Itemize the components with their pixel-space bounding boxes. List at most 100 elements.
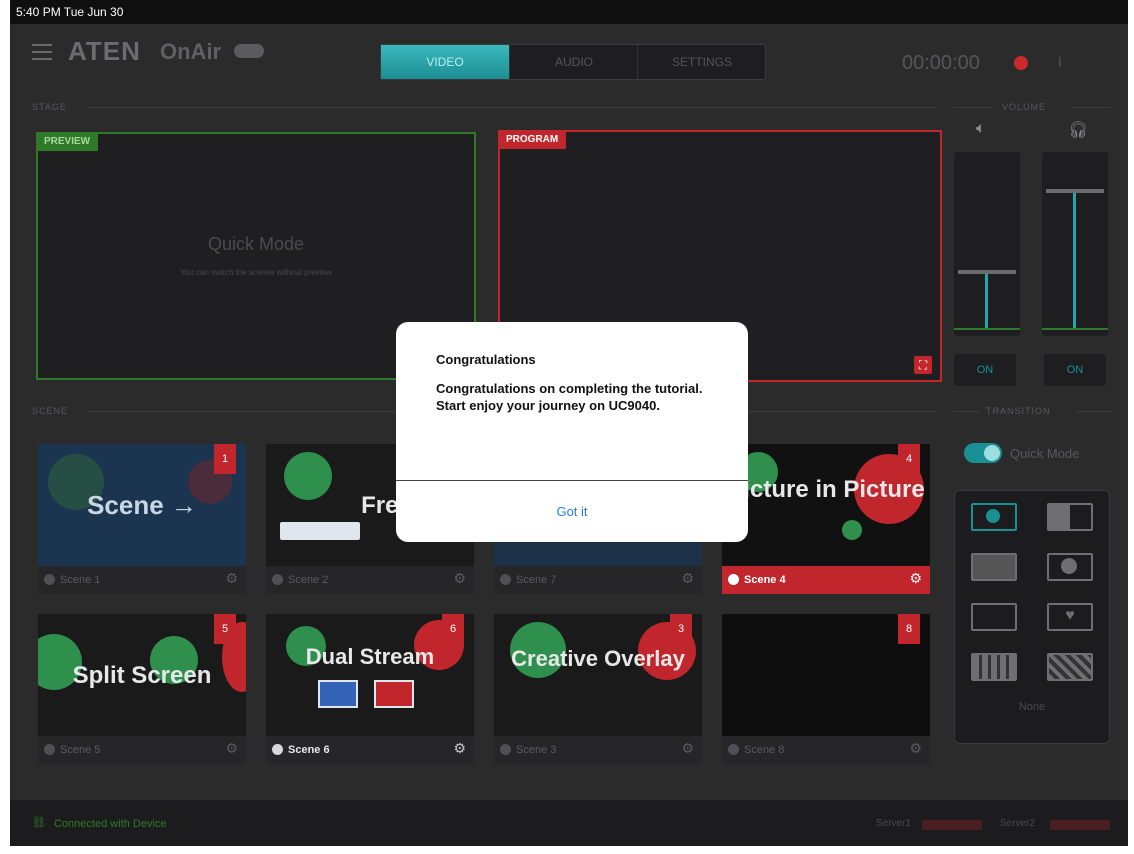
preview-quick-mode-subtitle: You can switch the scenes without previe… [180,268,332,277]
headphone-volume-handle[interactable] [1046,189,1104,193]
server2-indicator [1050,820,1110,830]
tab-audio[interactable]: AUDIO [509,45,638,79]
speaker-volume-fill [985,272,988,328]
scene-7-gear-icon[interactable]: ⚙ [681,570,694,587]
transition-effect-wipe[interactable] [1031,491,1107,539]
scene-8-status-dot [728,744,739,755]
quick-mode-toggle[interactable] [964,443,1002,463]
transition-divider-right [1076,411,1112,412]
scene-6-youtube-icon [374,680,414,708]
congratulations-dialog: Congratulations Congratulations on compl… [396,322,748,542]
scene-3-gear-icon[interactable]: ⚙ [681,740,694,757]
scene-6-status-dot [272,744,283,755]
scene-6-number-badge: 6 [442,614,464,644]
scene-3-number-badge: 3 [670,614,692,644]
got-it-button[interactable]: Got it [396,482,748,542]
stage-section-label: STAGE [32,102,67,112]
menu-icon[interactable] [32,44,52,62]
speaker-icon: 🔈︎ [976,120,986,137]
scene-card-1[interactable]: Scene → 1 Scene 1 ⚙ [38,444,246,594]
info-icon[interactable]: i [1058,54,1062,72]
scene-1-status-dot [44,574,55,585]
scene-4-label: Scene 4 [744,574,786,586]
scene-6-facebook-icon [318,680,358,708]
scene-3-label-bar: Scene 3 ⚙ [494,736,702,764]
scene-5-label-bar: Scene 5 ⚙ [38,736,246,764]
scene-8-label: Scene 8 [744,744,785,756]
status-time: 5:40 PM Tue Jun 30 [16,5,124,19]
scene-1-label: Scene 1 [60,574,101,586]
scene-1-gear-icon[interactable]: ⚙ [225,570,238,587]
main-tabs: VIDEO AUDIO SETTINGS [380,44,766,80]
link-icon: ⛓ [32,817,46,829]
transition-divider-left [954,411,980,412]
connection-status: Connected with Device [54,818,167,830]
scene-4-gear-icon[interactable]: ⚙ [909,570,922,587]
transition-none-button[interactable]: None [955,701,1109,713]
speaker-volume-baseline [954,328,1020,330]
transition-effect-heart[interactable]: ♥ [1031,591,1107,639]
scene-card-6[interactable]: Dual Stream 6 Scene 6 ⚙ [266,614,474,764]
speaker-volume-handle[interactable] [958,270,1016,274]
speaker-on-button[interactable]: ON [954,354,1016,386]
scene-section-label: SCENE [32,406,69,416]
scene-card-8[interactable]: 8 Scene 8 ⚙ [722,614,930,764]
scene-5-status-dot [44,744,55,755]
scene-8-gear-icon[interactable]: ⚙ [909,740,922,757]
record-timer: 00:00:00 [902,52,980,74]
transition-effect-mosaic[interactable] [1031,641,1107,689]
headphone-on-button[interactable]: ON [1044,354,1106,386]
scene-5-gear-icon[interactable]: ⚙ [225,740,238,757]
scene-4-status-dot [728,574,739,585]
tab-settings[interactable]: SETTINGS [637,45,766,79]
scene-6-label: Scene 6 [288,744,330,756]
program-tag: PROGRAM [498,130,567,149]
scene-3-label: Scene 3 [516,744,557,756]
speaker-volume-slider[interactable] [954,152,1020,336]
scene-2-gear-icon[interactable]: ⚙ [453,570,466,587]
aten-logo: ATEN [68,36,141,66]
scene-5-title: Split Screen [72,662,212,689]
transition-effect-cut[interactable] [955,491,1031,539]
scene-8-number-badge: 8 [898,614,920,644]
preview-tag: PREVIEW [36,132,99,151]
transition-effect-dissolve[interactable] [955,541,1031,589]
preview-quick-mode-title: Quick Mode [207,234,305,254]
transition-effect-circle[interactable] [1031,541,1107,589]
tab-video[interactable]: VIDEO [381,45,509,79]
scene-card-5[interactable]: Split Screen 5 Scene 5 ⚙ [38,614,246,764]
headphone-volume-slider[interactable] [1042,152,1108,336]
scene-6-label-bar: Scene 6 ⚙ [266,736,474,764]
scene-3-status-dot [500,744,511,755]
record-button[interactable] [1014,56,1028,70]
scene-2-status-dot [272,574,283,585]
scene-card-3[interactable]: Creative Overlay 3 Scene 3 ⚙ [494,614,702,764]
server1-label: Server1 [876,818,912,829]
dialog-separator [396,480,748,481]
transition-effect-blocks[interactable] [955,641,1031,689]
scene-3-title: Creative Overlay [511,646,685,671]
scene-5-label: Scene 5 [60,744,101,756]
scene-1-label-bar: Scene 1 ⚙ [38,566,246,594]
transition-effect-fade[interactable] [955,591,1031,639]
volume-section-label: VOLUME [1002,102,1047,112]
scene-7-status-dot [500,574,511,585]
volume-divider-right [1070,107,1110,108]
headphone-volume-fill [1073,191,1076,328]
server1-indicator [922,820,982,830]
scene-1-number-badge: 1 [214,444,236,474]
scene-2-name-box [280,522,360,540]
bottom-status-bar: ⛓ Connected with Device Server1 Server2 [10,800,1128,846]
app-window: 5:40 PM Tue Jun 30 ATEN OnAir VIDEO AUDI… [10,0,1128,846]
server2-label: Server2 [1000,818,1036,829]
headphone-icon: 🎧︎ [1068,122,1089,139]
app-badge-icon [234,44,264,58]
scene-2-label: Scene 2 [288,574,329,586]
scene-1-title: Scene → [87,490,197,520]
quick-mode-label: Quick Mode [1010,446,1080,461]
scene-6-gear-icon[interactable]: ⚙ [453,740,466,757]
scene-card-4[interactable]: Picture in Picture 4 Scene 4 ⚙ [722,444,930,594]
scene-4-title: Picture in Picture [727,476,925,503]
scene-8-label-bar: Scene 8 ⚙ [722,736,930,764]
fullscreen-icon[interactable]: ⛶ [914,356,932,374]
